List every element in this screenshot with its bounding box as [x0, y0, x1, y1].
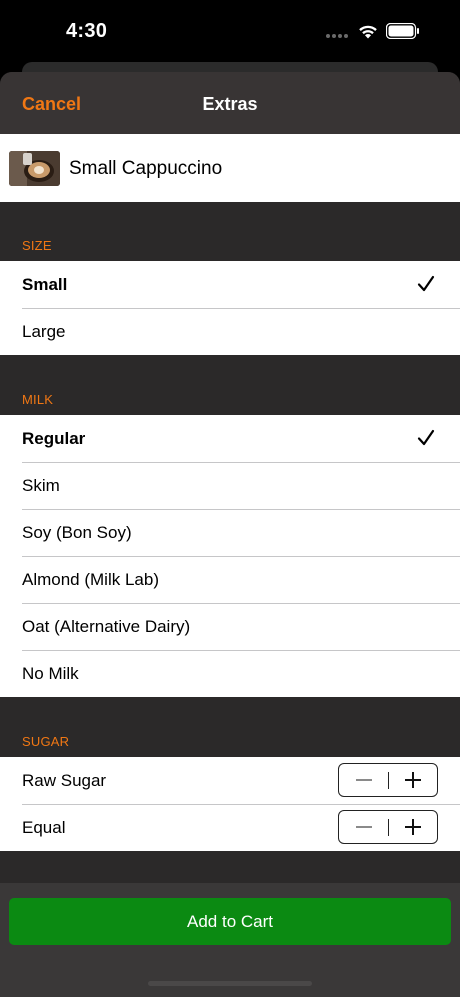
option-label: Almond (Milk Lab): [22, 570, 159, 589]
milk-option-regular[interactable]: Regular: [0, 415, 460, 463]
milk-option-no-milk[interactable]: No Milk: [0, 650, 460, 697]
nav-bar: Cancel Extras: [0, 72, 460, 134]
home-indicator: [148, 981, 312, 986]
checkmark-icon: [417, 275, 435, 292]
size-options: Small Large: [0, 261, 460, 355]
product-name: Small Cappuccino: [69, 158, 223, 179]
decrement-button[interactable]: [339, 811, 389, 843]
option-label: Soy (Bon Soy): [22, 523, 132, 542]
status-bar: 4:30: [0, 0, 460, 64]
increment-button[interactable]: [389, 764, 439, 796]
milk-options: Regular Skim Soy (Bon Soy) Almond (Milk …: [0, 415, 460, 697]
option-label: Small: [22, 275, 68, 294]
page-title: Extras: [202, 94, 258, 114]
sugar-options: Raw Sugar Equal: [0, 757, 460, 851]
option-label: Large: [22, 322, 66, 341]
milk-option-almond[interactable]: Almond (Milk Lab): [0, 556, 460, 604]
checkmark-icon: [417, 429, 435, 446]
wifi-icon: [359, 25, 377, 39]
milk-option-soy[interactable]: Soy (Bon Soy): [0, 509, 460, 557]
cellular-signal-icon: [326, 34, 350, 38]
option-label: Skim: [22, 476, 60, 495]
battery-icon: [386, 23, 419, 39]
cappuccino-photo-icon: [9, 151, 60, 186]
milk-option-skim[interactable]: Skim: [0, 462, 460, 510]
add-to-cart-button[interactable]: Add to Cart: [9, 898, 451, 945]
status-time: 4:30: [66, 20, 108, 42]
extras-sheet: Cancel Extras Small Cappuccino SIZE Smal…: [0, 72, 460, 997]
milk-section-header: MILK: [22, 392, 54, 407]
size-section-header: SIZE: [22, 238, 52, 253]
option-label: Regular: [22, 429, 86, 448]
option-label: Raw Sugar: [22, 771, 107, 790]
option-label: Oat (Alternative Dairy): [22, 617, 191, 636]
bottom-bar: Add to Cart: [0, 883, 460, 997]
minus-icon: [356, 779, 372, 781]
option-label: No Milk: [22, 664, 79, 683]
quantity-stepper: [338, 810, 438, 844]
sugar-item-equal: Equal: [0, 804, 460, 851]
milk-option-oat[interactable]: Oat (Alternative Dairy): [0, 603, 460, 651]
option-label: Equal: [22, 818, 66, 837]
minus-icon: [356, 826, 372, 828]
size-option-large[interactable]: Large: [0, 308, 460, 355]
quantity-stepper: [338, 763, 438, 797]
sugar-section-header: SUGAR: [22, 734, 70, 749]
size-option-small[interactable]: Small: [0, 261, 460, 309]
product-row: Small Cappuccino: [0, 134, 460, 202]
increment-button[interactable]: [389, 811, 439, 843]
cappuccino-photo: [9, 151, 60, 186]
sugar-item-raw: Raw Sugar: [0, 757, 460, 805]
decrement-button[interactable]: [339, 764, 389, 796]
